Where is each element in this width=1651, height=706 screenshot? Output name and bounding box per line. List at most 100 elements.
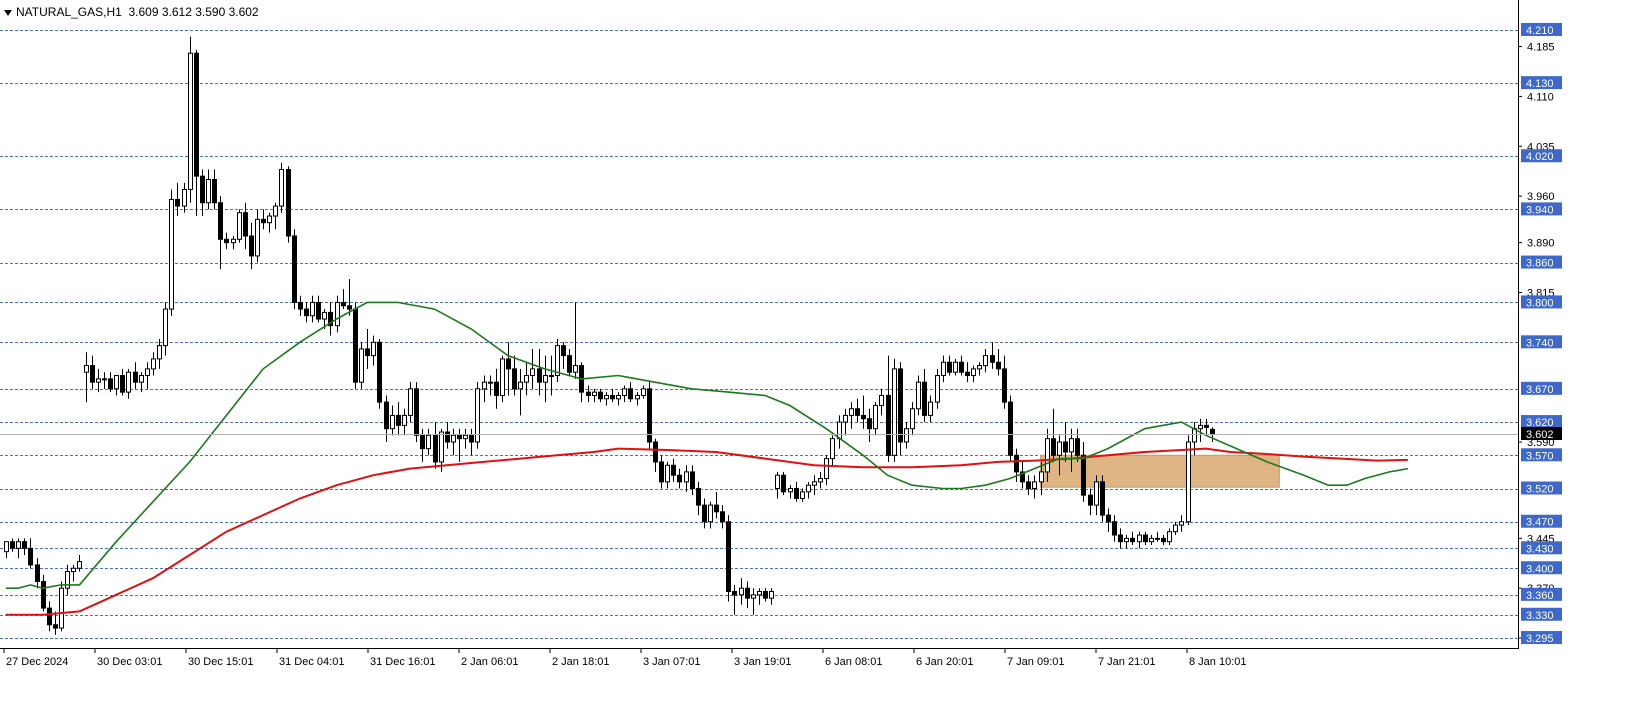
candle[interactable]: [65, 564, 70, 595]
candle[interactable]: [463, 428, 468, 449]
candle[interactable]: [475, 382, 480, 449]
candlesticks[interactable]: [4, 36, 1215, 635]
candle[interactable]: [237, 209, 242, 243]
candle[interactable]: [696, 481, 701, 516]
candle[interactable]: [898, 362, 903, 456]
candle[interactable]: [586, 385, 591, 403]
candle[interactable]: [71, 564, 76, 582]
candle[interactable]: [353, 302, 358, 389]
candle[interactable]: [218, 196, 223, 270]
candle[interactable]: [255, 209, 260, 263]
candle[interactable]: [732, 584, 737, 615]
price-axis[interactable]: 4.1854.1104.0353.9603.8903.8153.5903.445…: [1518, 22, 1562, 645]
candle[interactable]: [726, 515, 731, 602]
candle[interactable]: [837, 415, 842, 449]
candle[interactable]: [916, 375, 921, 416]
candle[interactable]: [157, 338, 162, 369]
candle[interactable]: [1124, 535, 1129, 549]
candle[interactable]: [365, 329, 370, 369]
candle[interactable]: [53, 611, 58, 635]
level-price-tag[interactable]: 3.860: [1521, 255, 1562, 270]
candle[interactable]: [267, 212, 272, 233]
candle[interactable]: [947, 355, 952, 376]
candle[interactable]: [524, 362, 529, 396]
candle[interactable]: [1032, 475, 1037, 499]
candle[interactable]: [194, 49, 199, 217]
candle[interactable]: [169, 189, 174, 316]
candle[interactable]: [47, 601, 52, 632]
candle[interactable]: [861, 395, 866, 429]
candle[interactable]: [757, 588, 762, 605]
candle[interactable]: [537, 348, 542, 396]
level-price-tag[interactable]: 4.020: [1521, 149, 1562, 163]
candle[interactable]: [310, 295, 315, 323]
candle[interactable]: [959, 355, 964, 376]
candle[interactable]: [677, 468, 682, 489]
candle[interactable]: [396, 402, 401, 436]
candle[interactable]: [445, 422, 450, 449]
candle[interactable]: [690, 465, 695, 496]
candle[interactable]: [996, 348, 1001, 376]
candle[interactable]: [175, 182, 180, 217]
candle[interactable]: [671, 458, 676, 482]
candle[interactable]: [482, 375, 487, 403]
candle[interactable]: [377, 338, 382, 409]
candle[interactable]: [249, 222, 254, 270]
time-axis[interactable]: 27 Dec 2024 30 Dec 03:01 30 Dec 15:01 31 De…: [3, 648, 1247, 668]
candle[interactable]: [892, 358, 897, 462]
candle[interactable]: [561, 342, 566, 369]
supply-demand-zone[interactable]: [1040, 454, 1280, 488]
candle[interactable]: [96, 368, 101, 393]
candle[interactable]: [182, 182, 187, 213]
candle[interactable]: [286, 166, 291, 243]
candle[interactable]: [1130, 531, 1135, 545]
candle[interactable]: [506, 342, 511, 396]
candle[interactable]: [469, 428, 474, 456]
candle[interactable]: [90, 355, 95, 389]
candle[interactable]: [628, 382, 633, 403]
candle[interactable]: [126, 368, 131, 399]
candle[interactable]: [953, 358, 958, 376]
candle[interactable]: [518, 368, 523, 416]
candle[interactable]: [1026, 475, 1031, 496]
candle[interactable]: [1137, 531, 1142, 549]
candle[interactable]: [108, 372, 113, 393]
candle[interactable]: [1143, 531, 1148, 545]
candle[interactable]: [714, 491, 719, 519]
candle[interactable]: [414, 382, 419, 442]
candle[interactable]: [84, 352, 89, 403]
candle[interactable]: [279, 162, 284, 213]
candle[interactable]: [971, 365, 976, 383]
candle[interactable]: [769, 588, 774, 605]
candle[interactable]: [659, 455, 664, 489]
candle[interactable]: [35, 558, 40, 589]
candle[interactable]: [843, 408, 848, 436]
candle[interactable]: [1149, 535, 1154, 545]
candle[interactable]: [273, 202, 278, 230]
candle[interactable]: [206, 169, 211, 210]
candle[interactable]: [328, 302, 333, 336]
candle[interactable]: [1100, 475, 1105, 522]
candle[interactable]: [800, 488, 805, 502]
level-price-tag[interactable]: 3.400: [1521, 561, 1562, 575]
candle[interactable]: [867, 408, 872, 442]
candle[interactable]: [488, 375, 493, 396]
candle[interactable]: [494, 368, 499, 409]
candle[interactable]: [457, 428, 462, 462]
candle[interactable]: [1155, 531, 1160, 542]
candle[interactable]: [990, 342, 995, 369]
candle[interactable]: [855, 398, 860, 423]
candle[interactable]: [904, 422, 909, 449]
level-price-tag[interactable]: 3.430: [1521, 541, 1562, 555]
candle[interactable]: [359, 342, 364, 389]
candle[interactable]: [1167, 528, 1172, 545]
candle[interactable]: [390, 405, 395, 436]
level-price-tag[interactable]: 3.740: [1521, 335, 1562, 349]
candle[interactable]: [1204, 418, 1209, 436]
candle[interactable]: [641, 385, 646, 399]
candle[interactable]: [1088, 488, 1093, 516]
candle[interactable]: [555, 338, 560, 383]
candle[interactable]: [818, 471, 823, 489]
candle[interactable]: [1118, 528, 1123, 549]
candle[interactable]: [879, 388, 884, 416]
